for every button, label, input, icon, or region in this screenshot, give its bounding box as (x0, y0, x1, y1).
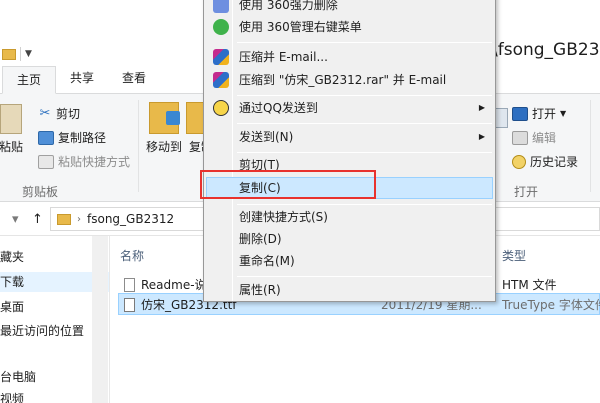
menu-item-label: 重命名(M) (239, 254, 295, 268)
history-button[interactable]: 历史记录 (512, 153, 578, 170)
menu-item-create-shortcut[interactable]: 创建快捷方式(S) (206, 206, 493, 228)
menu-item-label: 删除(D) (239, 232, 282, 246)
open-button[interactable]: 打开 ▼ (512, 105, 566, 122)
menu-item-label: 使用 360强力删除 (239, 0, 338, 12)
paste-button[interactable]: 粘贴 (0, 104, 28, 155)
menu-item-label: 创建快捷方式(S) (239, 210, 328, 224)
history-icon (512, 154, 526, 169)
chevron-right-icon: ▶ (478, 103, 485, 112)
open-group-label: 打开 (514, 185, 539, 199)
winrar-icon (213, 49, 229, 65)
open-icon (512, 106, 528, 121)
move-to-button[interactable]: 移动到 (144, 102, 184, 155)
divider (237, 204, 492, 205)
copy-path-button[interactable]: 复制路径 (38, 129, 106, 146)
nav-item-this-pc[interactable]: 台电脑 (0, 368, 36, 385)
360-menu-icon (213, 19, 229, 35)
tab-share[interactable]: 共享 (56, 65, 108, 93)
open-label: 打开 (532, 107, 557, 121)
qq-icon (213, 100, 229, 116)
cut-label: 剪切 (56, 107, 81, 121)
divider (590, 100, 591, 192)
paste-shortcut-icon (38, 154, 54, 169)
file-icon (124, 278, 135, 292)
address-path[interactable]: fsong_GB2312 (87, 212, 174, 226)
history-label: 历史记录 (530, 155, 579, 169)
column-header-type[interactable]: 类型 (502, 247, 526, 264)
tab-home[interactable]: 主页 (2, 66, 57, 94)
clipboard-group-label: 剪贴板 (22, 185, 59, 199)
menu-item-label: 压缩并 E-mail... (239, 50, 328, 64)
paste-shortcut-button[interactable]: 粘贴快捷方式 (38, 153, 130, 170)
scissors-icon: ✂ (39, 105, 51, 121)
paste-label: 粘贴 (0, 140, 23, 154)
tab-view[interactable]: 查看 (108, 65, 160, 93)
menu-item-label: 通过QQ发送到 (239, 101, 318, 115)
menu-item-compress-email[interactable]: 压缩并 E-mail... (206, 46, 493, 68)
file-name: Readme-说 (141, 278, 207, 292)
context-menu: 使用 360强力删除 使用 360管理右键菜单 压缩并 E-mail... 压缩… (203, 0, 496, 302)
menu-item-compress-rar-email[interactable]: 压缩到 "仿宋_GB2312.rar" 并 E-mail (206, 69, 493, 91)
menu-item-rename[interactable]: 重命名(M) (206, 250, 493, 272)
edit-label: 编辑 (532, 131, 557, 145)
edit-button[interactable]: 编辑 (512, 129, 556, 146)
menu-item-label: 压缩到 "仿宋_GB2312.rar" 并 E-mail (239, 73, 447, 87)
nav-item-desktop[interactable]: 桌面 (0, 298, 24, 315)
cut-button[interactable]: ✂ 剪切 (38, 105, 80, 122)
menu-item-360-menu[interactable]: 使用 360管理右键菜单 (206, 16, 493, 38)
menu-item-360-shred[interactable]: 使用 360强力删除 (206, 0, 493, 16)
column-header-name[interactable]: 名称 (120, 247, 144, 264)
divider (138, 100, 139, 192)
nav-item-recent[interactable]: 最近访问的位置 (0, 322, 84, 339)
menu-item-send-via-qq[interactable]: 通过QQ发送到 ▶ (206, 97, 493, 119)
chevron-right-icon: ▶ (478, 132, 485, 141)
winrar-icon (213, 72, 229, 88)
divider (237, 152, 492, 153)
nav-scrollbar[interactable] (92, 236, 108, 403)
file-type: TrueType 字体文件 (502, 298, 600, 312)
nav-item-videos[interactable]: 视频 (0, 390, 24, 403)
folder-icon[interactable] (2, 48, 16, 60)
menu-item-send-to[interactable]: 发送到(N) ▶ (206, 126, 493, 148)
nav-item-favorites[interactable]: 藏夹 (0, 248, 24, 265)
chevron-down-icon: ▼ (560, 109, 567, 118)
file-type: HTM 文件 (502, 278, 557, 292)
paste-shortcut-label: 粘贴快捷方式 (58, 155, 131, 169)
annotation-highlight-box (200, 170, 376, 199)
divider (237, 123, 492, 124)
quick-access-toolbar: ▼ (0, 44, 32, 64)
menu-item-properties[interactable]: 属性(R) (206, 279, 493, 301)
menu-item-label: 属性(R) (239, 283, 281, 297)
recent-locations-icon[interactable]: ▾ (12, 212, 19, 227)
file-name-cell: Readme-说 (124, 276, 207, 293)
divider (237, 276, 492, 277)
copy-path-icon (38, 130, 54, 145)
move-to-label: 移动到 (145, 140, 182, 154)
360-shred-icon (213, 0, 229, 13)
folder-icon (57, 213, 71, 225)
up-arrow-icon[interactable]: ↑ (32, 212, 43, 227)
divider (237, 95, 492, 96)
clipboard-icon (0, 104, 22, 134)
arrow-icon (166, 111, 180, 125)
divider (20, 47, 21, 61)
copy-path-label: 复制路径 (58, 131, 107, 145)
chevron-down-icon[interactable]: ▼ (25, 49, 32, 59)
menu-item-delete[interactable]: 删除(D) (206, 228, 493, 250)
font-file-icon (124, 298, 135, 312)
move-to-folder-icon (149, 102, 180, 134)
chevron-right-icon[interactable]: › (77, 214, 81, 225)
divider (237, 42, 492, 43)
window-title: \fsong_GB2312 (492, 40, 600, 60)
menu-item-label: 使用 360管理右键菜单 (239, 20, 362, 34)
edit-icon (512, 130, 528, 145)
menu-item-label: 发送到(N) (239, 130, 294, 144)
